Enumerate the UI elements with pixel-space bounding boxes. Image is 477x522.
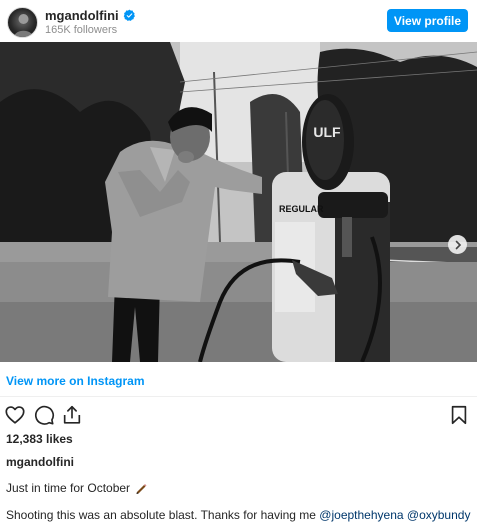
caption-username[interactable]: mgandolfini bbox=[6, 455, 74, 469]
comment-button[interactable] bbox=[33, 404, 55, 426]
verified-badge-icon bbox=[123, 9, 135, 21]
caption-text-2: Shooting this was an absolute blast. Tha… bbox=[6, 508, 320, 522]
photo-illustration: ULF REGULAR bbox=[0, 42, 477, 362]
save-button[interactable] bbox=[448, 404, 470, 426]
view-more-link[interactable]: View more on Instagram bbox=[6, 374, 145, 388]
like-button[interactable] bbox=[4, 404, 26, 426]
pump-label: REGULAR bbox=[279, 204, 324, 214]
share-icon bbox=[63, 405, 81, 424]
view-profile-button[interactable]: View profile bbox=[387, 9, 468, 32]
like-count[interactable]: 12,383 likes bbox=[6, 432, 73, 446]
comment-icon bbox=[35, 405, 55, 425]
instagram-embed-card: mgandolfini 165K followers View profile bbox=[0, 0, 477, 522]
share-button[interactable] bbox=[61, 404, 83, 426]
follower-count: 165K followers bbox=[45, 24, 118, 36]
divider bbox=[0, 396, 477, 397]
username[interactable]: mgandolfini bbox=[45, 8, 119, 23]
chevron-right-icon bbox=[455, 240, 461, 249]
next-slide-button[interactable] bbox=[448, 235, 467, 254]
pencil-icon bbox=[136, 484, 147, 494]
avatar[interactable] bbox=[7, 7, 38, 38]
caption-line-1: Just in time for October bbox=[6, 481, 148, 495]
post-header: mgandolfini 165K followers View profile bbox=[0, 0, 477, 42]
username-row: mgandolfini bbox=[45, 8, 136, 23]
mention-link[interactable]: @joepthehyena bbox=[319, 508, 403, 522]
heart-icon bbox=[5, 406, 25, 424]
mention-link[interactable]: @oxybundy bbox=[407, 508, 471, 522]
pump-globe-label: ULF bbox=[313, 124, 341, 140]
caption-line-2: Shooting this was an absolute blast. Tha… bbox=[6, 508, 470, 522]
post-photo[interactable]: ULF REGULAR bbox=[0, 42, 477, 362]
bookmark-icon bbox=[451, 405, 467, 425]
caption-text-1: Just in time for October bbox=[6, 481, 131, 495]
